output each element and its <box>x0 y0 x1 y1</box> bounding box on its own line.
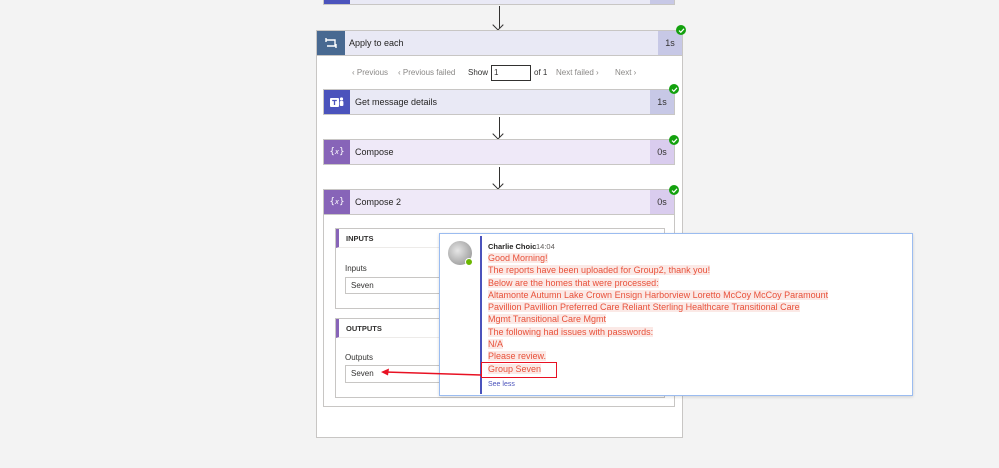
flow-arrow <box>499 117 500 137</box>
message-line: The following had issues with passwords: <box>488 326 654 337</box>
annotation-arrow <box>381 368 482 376</box>
see-less-link[interactable]: See less <box>488 381 515 388</box>
success-check-icon <box>676 25 686 35</box>
message-line: Good Morning! <box>488 253 548 263</box>
message-line: Pavillion Pavillion Preferred Care Relia… <box>488 302 800 313</box>
message-line: N/A <box>488 339 504 350</box>
message-line: The reports have been uploaded for Group… <box>488 265 711 276</box>
next-link[interactable]: Next › <box>615 68 636 77</box>
message-line: Please review. <box>488 351 547 362</box>
of-total-label: of 1 <box>534 68 548 77</box>
previous-card-tile <box>324 0 350 4</box>
message-body: Good Morning! The reports have been uplo… <box>488 252 829 375</box>
get-message-title: Get message details <box>355 97 438 107</box>
compose-2-card[interactable]: {x} Compose 2 0s <box>323 189 675 215</box>
outputs-label: Outputs <box>345 353 374 362</box>
compose-2-title: Compose 2 <box>355 197 402 207</box>
previous-card-duration <box>650 0 674 4</box>
highlight-box <box>481 362 557 378</box>
teams-message-popup: Charlie Choic 14:04 Good Morning! The re… <box>439 233 913 396</box>
message-line: Mgmt Transitional Care Mgmt <box>488 314 607 325</box>
flow-arrow <box>499 6 500 28</box>
previous-failed-link[interactable]: ‹ Previous failed <box>398 68 455 77</box>
previous-action-card[interactable] <box>323 0 675 5</box>
message-line: Altamonte Autumn Lake Crown Ensign Harbo… <box>488 289 829 300</box>
get-message-details-card[interactable]: Get message details 1s <box>323 89 675 115</box>
success-check-icon <box>669 185 679 195</box>
apply-to-each-title: Apply to each <box>349 38 404 48</box>
get-message-tile <box>324 90 350 114</box>
compose-tile: {x} <box>324 140 350 164</box>
flow-arrow <box>499 167 500 187</box>
apply-to-each-header[interactable]: Apply to each 1s <box>316 30 683 56</box>
loop-icon <box>325 38 337 48</box>
iteration-input[interactable]: 1 <box>491 65 531 81</box>
compose-icon: {x} <box>329 197 345 207</box>
get-message-duration: 1s <box>650 90 674 114</box>
previous-link[interactable]: ‹ Previous <box>352 68 388 77</box>
success-check-icon <box>669 84 679 94</box>
compose-2-tile: {x} <box>324 190 350 214</box>
success-check-icon <box>669 135 679 145</box>
inputs-label: Inputs <box>345 264 367 273</box>
next-failed-link[interactable]: Next failed › <box>556 68 599 77</box>
show-label: Show <box>468 68 489 77</box>
message-time: 14:04 <box>536 242 555 251</box>
compose-title: Compose <box>355 147 394 157</box>
apply-to-each-tile <box>317 31 345 55</box>
compose-icon: {x} <box>329 147 345 157</box>
message-line: Below are the homes that were processed: <box>488 277 659 288</box>
compose-card[interactable]: {x} Compose 0s <box>323 139 675 165</box>
teams-icon <box>330 96 344 107</box>
message-author: Charlie Choic <box>488 242 537 251</box>
presence-available-icon <box>465 258 473 266</box>
